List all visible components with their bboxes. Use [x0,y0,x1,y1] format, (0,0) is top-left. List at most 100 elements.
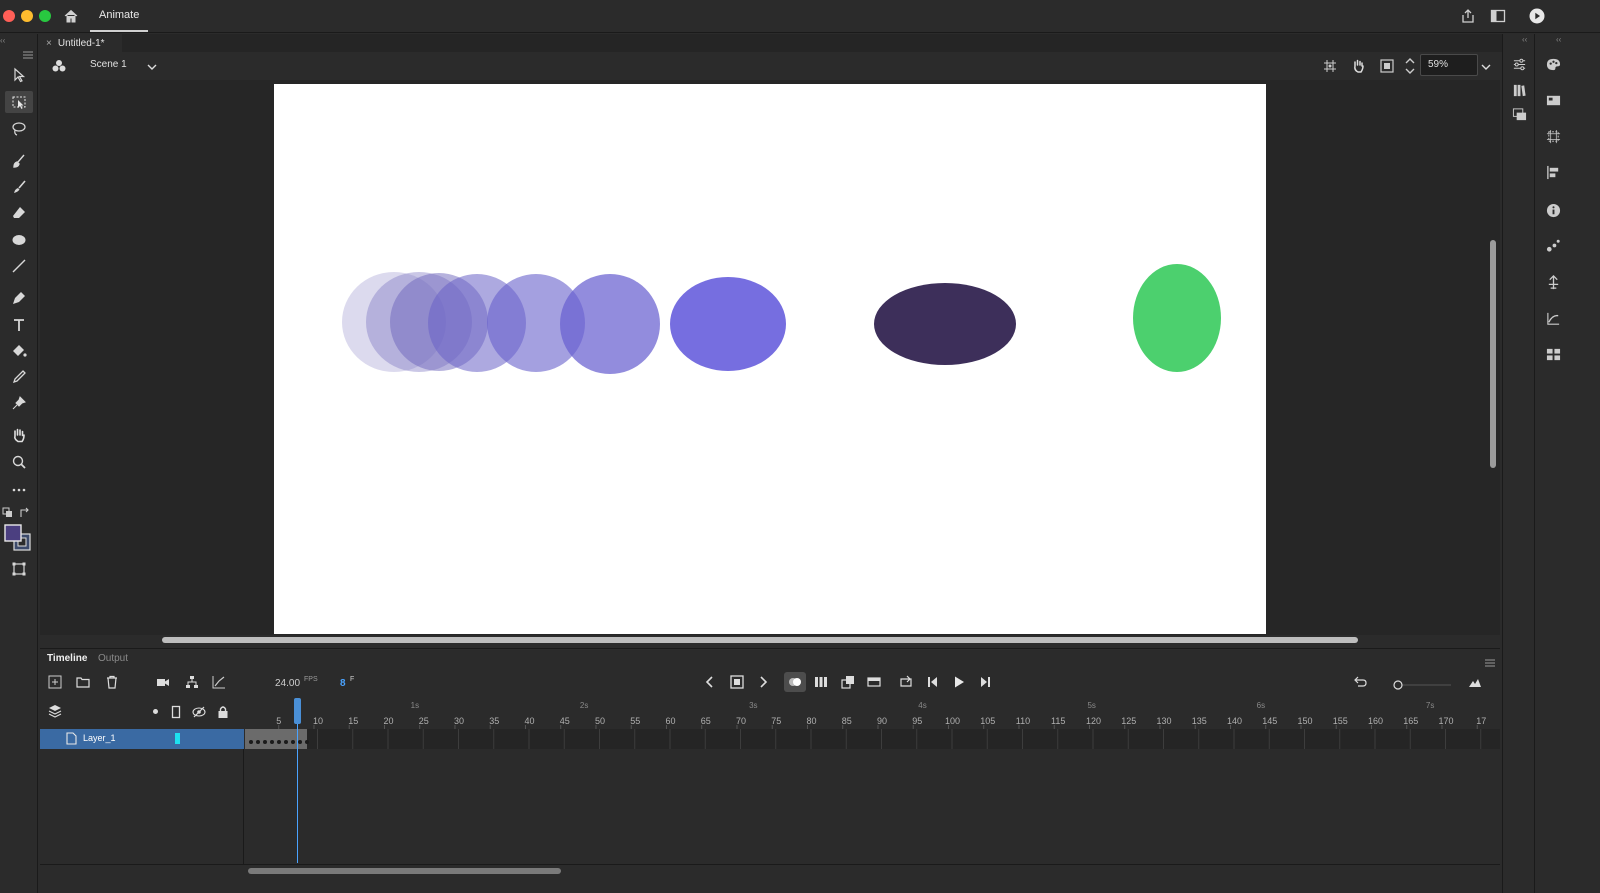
edit-multiple-frames-icon[interactable] [812,674,830,690]
paint-bucket-icon[interactable] [5,340,33,362]
tab-output[interactable]: Output [98,653,128,664]
timeline-horizontal-scroll-thumb[interactable] [248,868,561,874]
keyframe-dot[interactable] [262,740,267,744]
frames-row[interactable] [245,729,1500,749]
close-window-button[interactable] [3,10,15,22]
eyedropper-icon[interactable] [5,366,33,388]
layer-row[interactable]: Layer_1 [40,729,244,749]
pen-icon[interactable] [5,287,33,309]
assets-icon[interactable] [1509,106,1529,122]
layers-icon[interactable] [48,704,62,718]
line-icon[interactable] [5,255,33,277]
color-icon[interactable] [1543,56,1563,72]
default-colors-icon[interactable] [2,506,14,518]
delete-layer-icon[interactable] [103,674,121,690]
playhead[interactable] [294,698,301,724]
next-keyframe-icon[interactable] [754,674,772,690]
timeline-menu-icon[interactable] [1484,654,1496,667]
new-layer-icon[interactable] [46,674,64,690]
insert-keyframe-icon[interactable] [728,674,746,690]
graph-icon[interactable] [210,674,228,690]
previous-keyframe-icon[interactable] [701,674,719,690]
center-stage-icon[interactable] [1404,56,1416,76]
panel-menu-icon[interactable] [22,46,34,59]
play-circle-icon[interactable] [1529,8,1545,24]
layout-icon[interactable] [1490,9,1506,23]
onion-skin-ellipse-6[interactable] [560,274,660,374]
maximize-window-button[interactable] [39,10,51,22]
oval-icon[interactable] [5,229,33,251]
hide-layers-icon[interactable] [192,705,206,719]
home-icon[interactable] [63,8,79,24]
code-snippets-icon[interactable] [1543,274,1563,290]
snap-to-grid-icon[interactable] [1322,58,1338,74]
pin-icon[interactable] [5,392,33,414]
fps-value[interactable]: 24.00 [275,678,300,689]
zoom-field[interactable]: 59% [1420,54,1478,76]
more-tools-icon[interactable] [5,478,33,500]
stage-vertical-scroll-thumb[interactable] [1490,240,1496,468]
align-icon[interactable] [1543,164,1563,180]
swap-colors-icon[interactable] [19,506,31,518]
clip-content-icon[interactable] [1379,58,1395,74]
info-icon[interactable] [1543,202,1563,218]
keyframe-dot[interactable] [304,740,309,744]
layer-parenting-icon[interactable] [183,674,201,690]
new-folder-icon[interactable] [74,674,92,690]
motion-presets-icon[interactable] [1543,237,1563,253]
components-icon[interactable] [1543,346,1563,362]
library-icon[interactable] [1509,82,1529,98]
stage[interactable] [274,84,1266,634]
free-transform-icon[interactable] [5,91,33,113]
brush-icon[interactable] [5,176,33,198]
close-tab-icon[interactable]: × [46,38,52,49]
outline-all-icon[interactable] [171,705,181,719]
edit-symbols-icon[interactable] [51,58,67,74]
keyframe-dot[interactable] [276,740,281,744]
keyframe-dot[interactable] [248,740,253,744]
properties-icon[interactable] [1509,56,1529,72]
hand-icon[interactable] [5,424,33,446]
step-back-icon[interactable] [924,674,942,690]
layer-name[interactable]: Layer_1 [83,733,116,743]
asset-warp-icon[interactable] [5,558,33,580]
motion-editor-icon[interactable] [1543,310,1563,326]
timeline-zoom-slider[interactable] [1393,677,1453,690]
app-title-tab[interactable]: Animate [99,9,139,21]
zoom-icon[interactable] [5,451,33,473]
play-icon[interactable] [950,674,968,690]
collapse-panel-2-icon[interactable]: ‹‹ [1556,35,1561,44]
document-tab[interactable]: × Untitled-1* [40,34,122,52]
selection-icon[interactable] [5,64,33,86]
keyframe-dot[interactable] [290,740,295,744]
tab-timeline[interactable]: Timeline [47,653,87,664]
green-ellipse[interactable] [1133,264,1221,372]
text-icon[interactable] [5,314,33,336]
swatches-icon[interactable] [1543,92,1563,108]
stroke-fill-color-icon[interactable] [4,524,32,552]
keyframe-dot[interactable] [297,740,302,744]
step-forward-icon[interactable] [976,674,994,690]
stage-horizontal-scroll-thumb[interactable] [162,637,1358,643]
layer-color-swatch[interactable] [175,733,180,744]
share-icon[interactable] [1460,8,1476,24]
dark-ellipse[interactable] [874,283,1016,365]
keyframe-dot[interactable] [255,740,260,744]
keyframe-dot[interactable] [283,740,288,744]
lasso-icon[interactable] [5,118,33,140]
transform-icon[interactable] [1543,128,1563,144]
create-symbol-icon[interactable] [839,674,857,690]
collapse-right-panel-icon[interactable]: ‹‹ [1522,35,1527,44]
show-hide-all-icon[interactable] [153,709,158,714]
keyframe-dot[interactable] [269,740,274,744]
rotate-hand-icon[interactable] [1350,58,1366,74]
scene-dropdown-chevron-icon[interactable] [146,60,158,72]
loop-playback-icon[interactable] [897,674,915,690]
reset-zoom-icon[interactable] [1351,674,1369,690]
insert-blank-frame-icon[interactable] [865,674,883,690]
frame-ruler[interactable]: 5 10 15 20 25 30 35 40 45 50 55 60 65 70 75 80 85 90 95 100… [245,699,1500,729]
zoom-in-mountains-icon[interactable] [1466,674,1484,690]
eraser-icon[interactable] [5,202,33,224]
onion-skin-icon[interactable] [784,672,806,692]
camera-icon[interactable] [154,674,172,690]
